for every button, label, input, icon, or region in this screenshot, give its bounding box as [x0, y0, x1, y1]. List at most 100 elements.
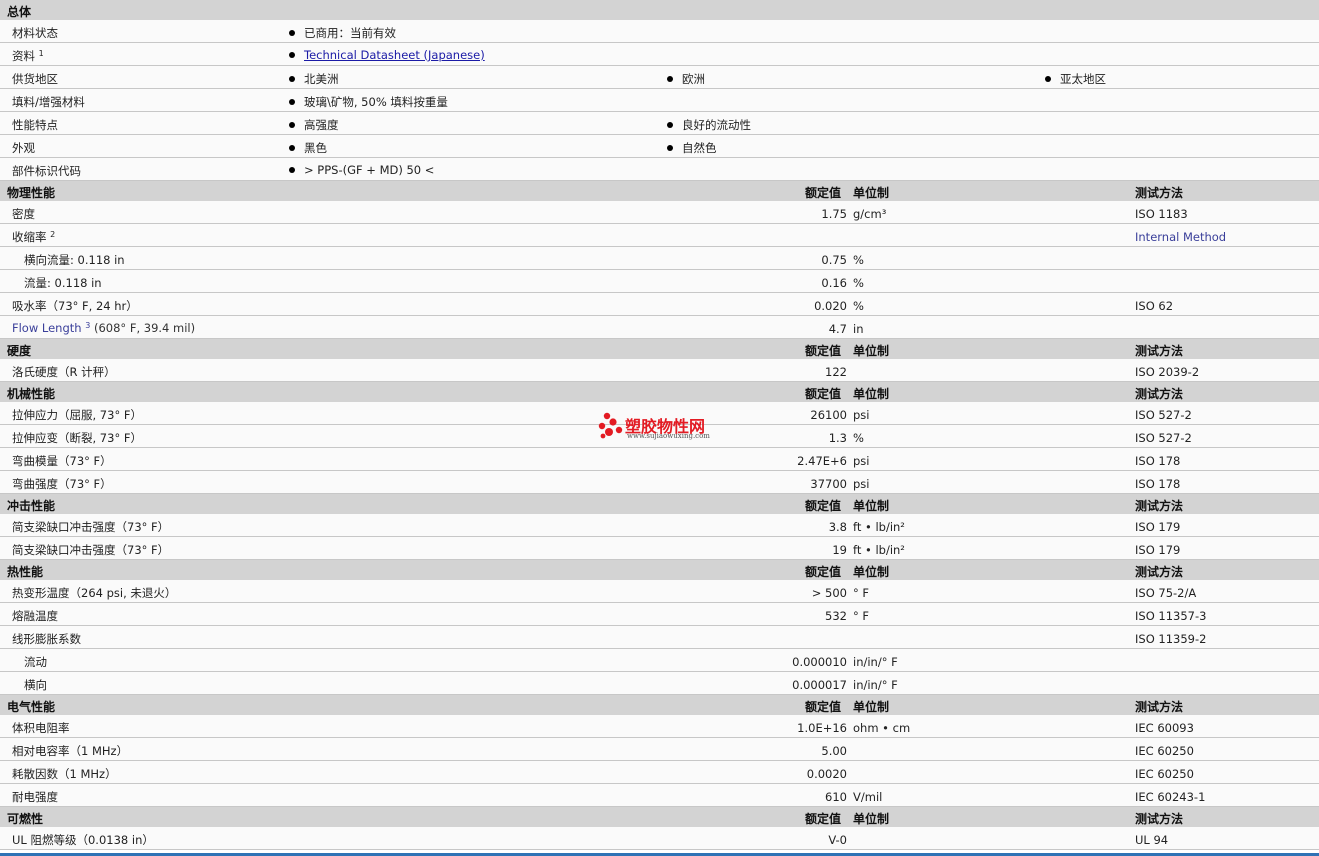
property-row: UL 阻燃等级（0.0138 in） V-0 UL 94 — [0, 827, 1319, 850]
property-row: 体积电阻率 1.0E+16 ohm • cm IEC 60093 — [0, 715, 1319, 738]
property-unit: ° F — [853, 609, 870, 623]
property-value: 0.16 — [821, 276, 847, 290]
test-method: ISO 1183 — [1135, 207, 1188, 221]
property-value: 0.020 — [814, 299, 847, 313]
test-method: ISO 179 — [1135, 520, 1181, 534]
property-value: 0.0020 — [806, 767, 847, 781]
col-header-nominal: 额定值 — [805, 344, 842, 358]
col-header-nominal: 额定值 — [805, 812, 842, 826]
bullet-item: 玻璃\矿物, 50% 填料按重量 — [289, 94, 448, 110]
property-value: V-0 — [828, 833, 847, 847]
col-header-unit: 单位制 — [853, 186, 890, 200]
section-title: 可燃性 — [7, 812, 44, 826]
test-method: ISO 75-2/A — [1135, 586, 1197, 600]
bullet-icon — [289, 122, 295, 128]
col-header-method: 测试方法 — [1135, 499, 1184, 513]
property-unit: psi — [853, 477, 870, 491]
property-label: 洛氏硬度（R 计秤） — [12, 365, 116, 379]
bullet-icon — [289, 145, 295, 151]
section-header-general: 总体 — [0, 0, 1319, 20]
property-subrow: 横向 0.000017 in/in/° F — [0, 672, 1319, 695]
footnote-marker: 3 — [85, 321, 91, 330]
property-unit: psi — [853, 454, 870, 468]
property-unit: % — [853, 431, 864, 445]
property-label: 热变形温度（264 psi, 未退火） — [12, 586, 177, 600]
property-row: 相对电容率（1 MHz） 5.00 IEC 60250 — [0, 738, 1319, 761]
property-row: 弯曲强度（73° F） 37700 psi ISO 178 — [0, 471, 1319, 494]
general-row-status: 材料状态 已商用：当前有效 — [0, 20, 1319, 43]
col-header-unit: 单位制 — [853, 565, 890, 579]
col-header-unit: 单位制 — [853, 344, 890, 358]
section-header-electrical: 电气性能 额定值 单位制 测试方法 — [0, 695, 1319, 715]
property-unit: in/in/° F — [853, 678, 898, 692]
test-method: ISO 11359-2 — [1135, 632, 1207, 646]
property-unit: % — [853, 299, 864, 313]
property-label: 相对电容率（1 MHz） — [12, 744, 129, 758]
section-title: 电气性能 — [7, 700, 56, 714]
property-row: 线形膨胀系数 ISO 11359-2 — [0, 626, 1319, 649]
property-unit: % — [853, 253, 864, 267]
property-value: 3.8 — [828, 520, 847, 534]
property-unit: in — [853, 322, 864, 336]
col-header-unit: 单位制 — [853, 499, 890, 513]
section-header-physical: 物理性能 额定值 单位制 测试方法 — [0, 181, 1319, 201]
col-header-unit: 单位制 — [853, 387, 890, 401]
row-label: 材料状态 — [12, 26, 58, 40]
test-method: ISO 527-2 — [1135, 431, 1192, 445]
property-row: Flow Length 3 (608° F, 39.4 mil) 4.7 in — [0, 316, 1319, 339]
property-value: 122 — [825, 365, 847, 379]
bullet-icon — [667, 122, 673, 128]
bullet-icon — [289, 30, 295, 36]
col-header-unit: 单位制 — [853, 700, 890, 714]
col-header-nominal: 额定值 — [805, 387, 842, 401]
property-row: 吸水率（73° F, 24 hr） 0.020 % ISO 62 — [0, 293, 1319, 316]
row-label: 资料 1 — [12, 49, 44, 63]
bullet-icon — [667, 76, 673, 82]
property-label: Flow Length 3 (608° F, 39.4 mil) — [12, 321, 196, 335]
property-label: 简支梁缺口冲击强度（73° F） — [12, 543, 170, 557]
property-value: 0.75 — [821, 253, 847, 267]
datasheet-link[interactable]: Technical Datasheet (Japanese) — [304, 48, 485, 62]
bullet-icon — [289, 52, 295, 58]
section-header-impact: 冲击性能 额定值 单位制 测试方法 — [0, 494, 1319, 514]
property-label: 拉伸应力（屈服, 73° F） — [12, 408, 142, 422]
col-header-method: 测试方法 — [1135, 565, 1184, 579]
test-method: ISO 527-2 — [1135, 408, 1192, 422]
general-row-appearance: 外观 黑色 自然色 — [0, 135, 1319, 158]
col-header-method: 测试方法 — [1135, 344, 1184, 358]
property-label: 流动 — [24, 655, 47, 669]
property-unit: ° F — [853, 586, 870, 600]
property-row: 简支梁缺口冲击强度（73° F） 19 ft • lb/in² ISO 179 — [0, 537, 1319, 560]
property-value: 2.47E+6 — [797, 454, 847, 468]
section-title: 硬度 — [7, 344, 32, 358]
general-row-documents: 资料 1 Technical Datasheet (Japanese) — [0, 43, 1319, 66]
property-label: UL 阻燃等级（0.0138 in） — [12, 833, 154, 847]
general-row-availability: 供货地区 北美洲 欧洲 亚太地区 — [0, 66, 1319, 89]
property-label: 体积电阻率 — [12, 721, 70, 735]
property-subrow: 流动 0.000010 in/in/° F — [0, 649, 1319, 672]
property-value: > 500 — [811, 586, 847, 600]
section-header-mechanical: 机械性能 额定值 单位制 测试方法 — [0, 382, 1319, 402]
property-label: 熔融温度 — [12, 609, 58, 623]
property-value: 532 — [825, 609, 847, 623]
property-label: 耗散因数（1 MHz） — [12, 767, 117, 781]
bullet-icon — [289, 76, 295, 82]
col-header-method: 测试方法 — [1135, 387, 1184, 401]
property-label: 弯曲模量（73° F） — [12, 454, 112, 468]
test-method: ISO 178 — [1135, 454, 1181, 468]
test-method: IEC 60250 — [1135, 744, 1194, 758]
property-subrow: 横向流量: 0.118 in 0.75 % — [0, 247, 1319, 270]
bullet-icon — [289, 99, 295, 105]
col-header-nominal: 额定值 — [805, 186, 842, 200]
property-value: 1.0E+16 — [797, 721, 847, 735]
property-row: 热变形温度（264 psi, 未退火） > 500 ° F ISO 75-2/A — [0, 580, 1319, 603]
bullet-item: 欧洲 — [667, 71, 705, 87]
footnote-marker: 1 — [38, 49, 44, 58]
property-label: 线形膨胀系数 — [12, 632, 81, 646]
test-method: ISO 62 — [1135, 299, 1174, 313]
section-title: 机械性能 — [7, 387, 56, 401]
property-value: 4.7 — [828, 322, 847, 336]
property-row: 洛氏硬度（R 计秤） 122 ISO 2039-2 — [0, 359, 1319, 382]
test-method: Internal Method — [1135, 230, 1227, 244]
property-subrow: 流量: 0.118 in 0.16 % — [0, 270, 1319, 293]
